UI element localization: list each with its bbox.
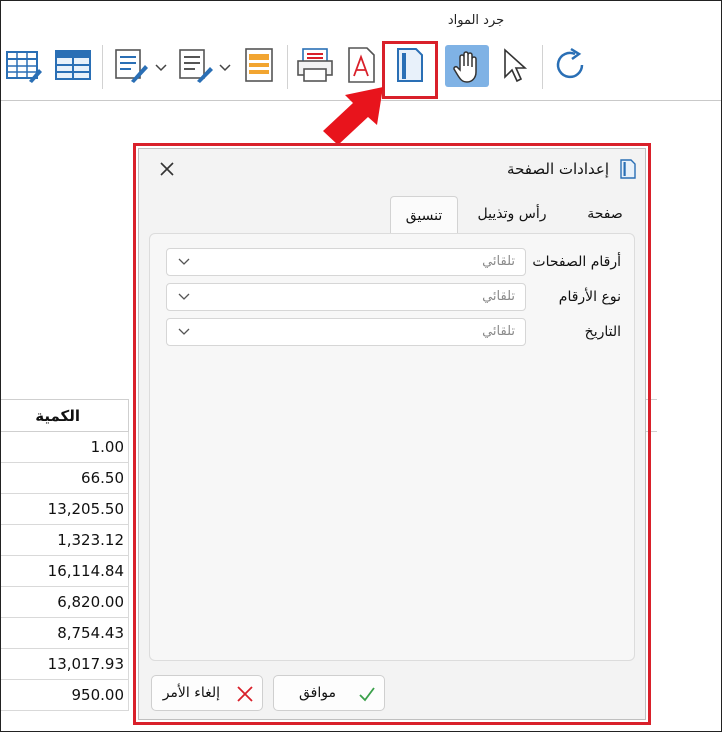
check-icon: [359, 687, 375, 702]
hand-icon[interactable]: [445, 45, 489, 87]
table-row[interactable]: 1,323.12: [1, 525, 129, 556]
chevron-down-icon[interactable]: [155, 63, 167, 73]
screenshot-frame: جرد المواد الكمية 1.00 66.50 13,205.50 1…: [0, 0, 722, 732]
number-type-label: نوع الأرقام: [558, 289, 621, 305]
table-row[interactable]: 13,017.93: [1, 649, 129, 680]
cancel-x-icon: [237, 686, 253, 702]
chevron-down-icon: [178, 328, 190, 335]
page-numbers-row: أرقام الصفحات تلقائي: [150, 248, 634, 278]
close-icon[interactable]: [157, 159, 177, 179]
report-icon[interactable]: [237, 43, 281, 87]
chevron-down-icon: [178, 258, 190, 265]
quantity-table: الكمية 1.00 66.50 13,205.50 1,323.12 16,…: [1, 399, 129, 711]
tab-header-footer[interactable]: رأس وتذييل: [467, 196, 557, 232]
date-row: التاريخ تلقائي: [150, 318, 634, 348]
table-row[interactable]: 1.00: [1, 432, 129, 463]
refresh-icon[interactable]: [549, 43, 593, 87]
date-label: التاريخ: [584, 324, 621, 340]
pointer-icon[interactable]: [491, 43, 535, 87]
table-row[interactable]: 950.00: [1, 680, 129, 711]
edit-document-icon[interactable]: [109, 43, 153, 87]
dialog-titlebar: إعدادات الصفحة: [139, 149, 645, 189]
table-row[interactable]: 8,754.43: [1, 618, 129, 649]
format-document-icon[interactable]: [173, 43, 217, 87]
format-panel: أرقام الصفحات تلقائي نوع الأرقام تلقائي …: [149, 233, 635, 661]
page-numbers-label: أرقام الصفحات: [532, 254, 621, 270]
window-title: جرد المواد: [447, 13, 505, 28]
table-row[interactable]: 13,205.50: [1, 494, 129, 525]
grid-icon[interactable]: [51, 43, 95, 87]
table-row[interactable]: 16,114.84: [1, 556, 129, 587]
toolbar-separator: [102, 45, 103, 89]
number-type-select[interactable]: تلقائي: [166, 283, 526, 311]
tab-page[interactable]: صفحة: [577, 196, 633, 232]
chevron-down-icon: [178, 293, 190, 300]
cancel-label: إلغاء الأمر: [162, 685, 220, 701]
dialog-tabs: صفحة رأس وتذييل تنسيق: [139, 196, 645, 234]
page-setup-icon: [620, 159, 636, 179]
dialog-title: إعدادات الصفحة: [507, 160, 609, 178]
date-value: تلقائي: [482, 324, 515, 339]
page-numbers-value: تلقائي: [482, 254, 515, 269]
table-row[interactable]: 6,820.00: [1, 587, 129, 618]
ok-button[interactable]: موافق: [273, 675, 385, 711]
chevron-down-icon[interactable]: [219, 63, 231, 73]
number-type-row: نوع الأرقام تلقائي: [150, 283, 634, 313]
toolbar-separator: [542, 45, 543, 89]
cancel-button[interactable]: إلغاء الأمر: [151, 675, 263, 711]
toolbar-separator: [287, 45, 288, 89]
table-header-quantity: الكمية: [1, 399, 129, 432]
print-preview-icon[interactable]: [293, 43, 337, 87]
date-select[interactable]: تلقائي: [166, 318, 526, 346]
pdf-icon[interactable]: [339, 43, 383, 87]
ok-label: موافق: [299, 685, 336, 701]
table-row[interactable]: 66.50: [1, 463, 129, 494]
number-type-value: تلقائي: [482, 289, 515, 304]
tab-format[interactable]: تنسيق: [390, 196, 458, 234]
table-edit-icon[interactable]: [1, 43, 45, 87]
page-numbers-select[interactable]: تلقائي: [166, 248, 526, 276]
red-arrow-annotation: [323, 87, 383, 145]
page-setup-dialog: إعدادات الصفحة صفحة رأس وتذييل تنسيق أرق…: [138, 148, 646, 720]
